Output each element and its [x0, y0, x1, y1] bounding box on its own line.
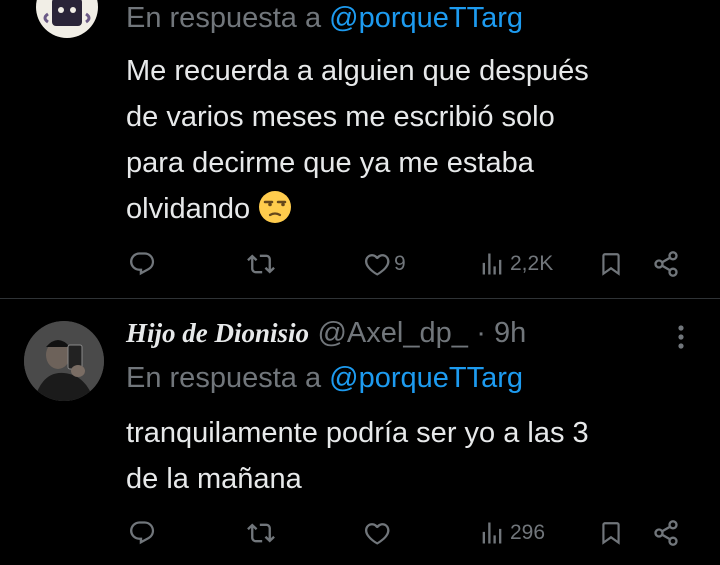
like-count: 9 — [394, 252, 406, 275]
like-icon — [362, 250, 392, 278]
tweet-divider — [0, 298, 720, 299]
views-button[interactable]: 296 — [478, 519, 545, 547]
share-icon — [652, 250, 680, 278]
like-button[interactable] — [362, 519, 392, 547]
bookmark-button[interactable] — [598, 250, 624, 278]
share-icon — [652, 519, 680, 547]
tweet-text-line: de varios meses me escribió solo — [126, 101, 555, 133]
unamused-face-icon — [258, 190, 292, 238]
avatar[interactable] — [24, 321, 104, 401]
views-count: 2,2K — [510, 252, 554, 275]
retweet-button[interactable] — [246, 519, 276, 547]
avatar[interactable] — [36, 0, 98, 38]
reply-icon — [128, 250, 156, 278]
reply-to-prefix: En respuesta a — [126, 2, 330, 34]
views-icon — [478, 250, 506, 278]
bookmark-icon — [598, 250, 624, 278]
like-icon — [362, 519, 392, 547]
retweet-icon — [246, 250, 276, 278]
views-icon — [478, 519, 506, 547]
tweet-text: tranquilamente podría ser yo a las 3 de … — [126, 410, 696, 502]
bookmark-button[interactable] — [598, 519, 624, 547]
more-icon — [672, 325, 690, 356]
user-handle[interactable]: @Axel_dp_ — [317, 317, 467, 349]
reply-to-handle[interactable]: @porqueTTarg — [329, 2, 523, 34]
tweet-text-line: tranquilamente podría ser yo a las 3 — [126, 417, 589, 449]
tweet-text: Me recuerda a alguien que después de var… — [126, 48, 696, 238]
reply-button[interactable] — [128, 250, 156, 278]
reply-button[interactable] — [128, 519, 156, 547]
views-count: 296 — [510, 521, 546, 544]
more-button[interactable] — [672, 322, 690, 357]
tweet-text-line: de la mañana — [126, 463, 302, 495]
reply-to-prefix: En respuesta a — [126, 362, 330, 394]
tweet-text-line: Me recuerda a alguien que después — [126, 55, 589, 87]
tweet-header: Hijo de Dionisio @Axel_dp_ · 9h — [126, 317, 526, 350]
tweet-text-line: olvidando — [126, 193, 251, 225]
timestamp[interactable]: · 9h — [476, 317, 526, 349]
tweet-text-line: para decirme que ya me estaba — [126, 147, 534, 179]
reply-to-line: En respuesta a @porqueTTarg — [126, 2, 523, 35]
retweet-icon — [246, 519, 276, 547]
share-button[interactable] — [652, 250, 680, 278]
like-button[interactable]: 9 — [362, 250, 406, 278]
bookmark-icon — [598, 519, 624, 547]
reply-to-line: En respuesta a @porqueTTarg — [126, 362, 523, 395]
reply-to-handle[interactable]: @porqueTTarg — [329, 362, 523, 394]
reply-icon — [128, 519, 156, 547]
display-name[interactable]: Hijo de Dionisio — [126, 318, 309, 348]
share-button[interactable] — [652, 519, 680, 547]
views-button[interactable]: 2,2K — [478, 250, 553, 278]
retweet-button[interactable] — [246, 250, 276, 278]
tweet-text-last-line: olvidando — [126, 186, 696, 238]
